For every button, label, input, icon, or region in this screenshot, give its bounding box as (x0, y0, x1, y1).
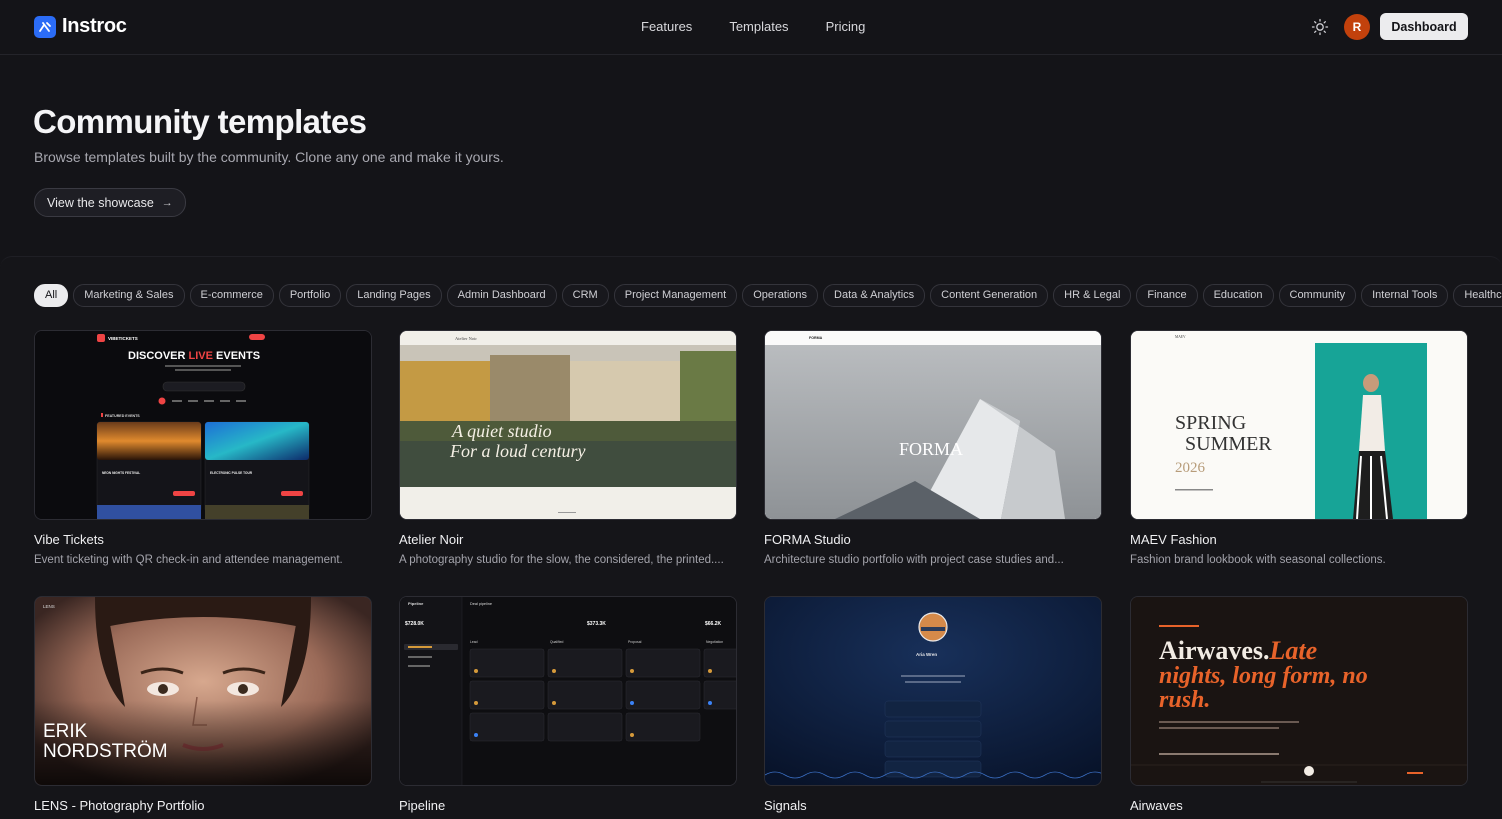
brand-name: Instroc (62, 15, 127, 37)
page-title: Community templates (33, 103, 367, 140)
template-preview: VIBETICKETS DISCOVER LIVE EVENTS FEATURE… (34, 330, 372, 520)
preview-headline-a: DISCOVER (128, 350, 189, 362)
preview-line1: ERIK (43, 721, 88, 742)
preview-person: Aria Wren (916, 652, 937, 657)
template-title: FORMA Studio (764, 532, 851, 547)
preview-board: Deal pipeline (470, 602, 492, 606)
preview-brand: MAEV (1175, 335, 1186, 339)
filter-chip[interactable]: Admin Dashboard (446, 284, 557, 307)
preview-h1: Airwaves. (1159, 636, 1269, 665)
filter-chip[interactable]: HR & Legal (1053, 284, 1132, 307)
template-card-vibe-tickets[interactable]: VIBETICKETS DISCOVER LIVE EVENTS FEATURE… (34, 330, 372, 566)
arrow-right-icon: → (161, 196, 173, 209)
template-title: Signals (764, 798, 807, 813)
preview-line2: SUMMER (1185, 433, 1272, 455)
preview-amount1: $728.0K (405, 621, 424, 627)
filter-chip[interactable]: Operations (742, 284, 819, 307)
svg-text:Airwaves.Late: Airwaves.Late (1159, 636, 1317, 665)
filter-chip[interactable]: E-commerce (189, 284, 274, 307)
preview-headline-b: LIVE (189, 350, 213, 362)
svg-text:DISCOVER LIVE EVENTS: DISCOVER LIVE EVENTS (128, 350, 260, 362)
template-title: MAEV Fashion (1130, 532, 1217, 547)
filter-chip[interactable]: Community (1278, 284, 1357, 307)
preview-col-negotiation: Negotiation (706, 640, 723, 644)
preview-h3: nights, long form, no (1159, 663, 1368, 689)
nav-link-pricing[interactable]: Pricing (826, 19, 866, 34)
nav-link-features[interactable]: Features (641, 19, 692, 34)
top-navbar: Instroc Features Templates Pricing R Das… (0, 0, 1502, 55)
template-preview: LENS ERIK NORDSTRÖM (34, 596, 372, 786)
filter-chip[interactable]: Content Generation (930, 284, 1049, 307)
template-preview: Aria Wren (764, 596, 1102, 786)
preview-col-lead: Lead (470, 640, 478, 644)
preview-brand: Pipeline (408, 601, 424, 606)
category-filter-bar: All Marketing & Sales E-commerce Portfolio L… (34, 284, 1502, 307)
template-title: Atelier Noir (399, 532, 464, 547)
preview-brand: Atelier Noir (455, 336, 477, 341)
preview-h2: Late (1268, 636, 1317, 665)
page-subtitle: Browse templates built by the community.… (34, 149, 504, 165)
filter-chip[interactable]: Landing Pages (346, 284, 442, 307)
filter-chip[interactable]: Finance (1136, 284, 1198, 307)
template-card-atelier-noir[interactable]: Atelier Noir A quiet studio For a loud c… (399, 330, 737, 566)
preview-year: 2026 (1175, 460, 1206, 476)
template-description: Architecture studio portfolio with proje… (764, 554, 1064, 566)
preview-headline-c: EVENTS (213, 350, 260, 362)
preview-amount3: $66.2K (705, 621, 722, 627)
filter-chip[interactable]: Data & Analytics (823, 284, 926, 307)
filter-chip[interactable]: Healthca (1453, 284, 1502, 307)
preview-hero: FORMA (899, 439, 963, 459)
logo-icon (34, 15, 56, 38)
filter-chip[interactable]: Internal Tools (1361, 284, 1449, 307)
template-title: Pipeline (399, 798, 446, 813)
preview-brand: VIBETICKETS (108, 336, 138, 341)
preview-brand: LENS (43, 604, 55, 609)
preview-line2: For a loud century (449, 441, 585, 461)
filter-chip-all[interactable]: All (34, 284, 69, 307)
filter-chip[interactable]: Education (1202, 284, 1274, 307)
template-preview: FORMA FORMA (764, 330, 1102, 520)
preview-col-qualified: Qualified (550, 640, 563, 644)
brand-logo[interactable]: Instroc (34, 15, 127, 38)
filter-chip[interactable]: Portfolio (278, 284, 342, 307)
nav-link-templates[interactable]: Templates (729, 19, 788, 34)
user-avatar[interactable]: R (1344, 14, 1370, 40)
preview-brand: FORMA (809, 336, 823, 340)
preview-event1: NEON NIGHTS FESTIVAL (102, 471, 140, 475)
nav-links: Features Templates Pricing (641, 19, 865, 34)
template-description: Fashion brand lookbook with seasonal col… (1130, 554, 1386, 566)
template-title: LENS - Photography Portfolio (34, 798, 205, 813)
filter-chip[interactable]: Marketing & Sales (73, 284, 185, 307)
template-preview: Atelier Noir A quiet studio For a loud c… (399, 330, 737, 520)
preview-event2: ELECTRONIC PULSE TOUR (210, 471, 253, 475)
preview-col-proposal: Proposal (628, 640, 642, 644)
template-title: Airwaves (1130, 798, 1183, 813)
dashboard-button[interactable]: Dashboard (1380, 13, 1468, 40)
template-card-signals[interactable]: Aria Wren Signals (764, 596, 1102, 813)
preview-line2: NORDSTRÖM (43, 741, 168, 762)
template-card-forma-studio[interactable]: FORMA FORMA FORMA Studio Architecture st… (764, 330, 1102, 566)
filter-chip[interactable]: CRM (561, 284, 609, 307)
preview-amount2: $373.3K (587, 621, 606, 627)
preview-line1: A quiet studio (451, 421, 552, 441)
template-description: A photography studio for the slow, the c… (399, 554, 724, 566)
preview-section: FEATURED EVENTS (105, 414, 140, 418)
preview-h4: rush. (1159, 687, 1210, 713)
filter-chip[interactable]: Project Management (613, 284, 738, 307)
template-description: Event ticketing with QR check-in and att… (34, 554, 343, 566)
theme-toggle-sun-icon[interactable] (1310, 17, 1330, 37)
template-preview: Airwaves.Late nights, long form, no rush… (1130, 596, 1468, 786)
template-card-maev-fashion[interactable]: MAEV SPRING SUMMER 2026 MAEV Fashion Fas… (1130, 330, 1468, 566)
template-card-pipeline[interactable]: Pipeline $728.0K Deal pipeline $373.3K $… (399, 596, 737, 813)
template-title: Vibe Tickets (34, 532, 104, 547)
template-preview: Pipeline $728.0K Deal pipeline $373.3K $… (399, 596, 737, 786)
template-card-lens[interactable]: LENS ERIK NORDSTRÖM LENS - Photography P… (34, 596, 372, 813)
preview-line1: SPRING (1175, 412, 1246, 434)
view-showcase-button[interactable]: View the showcase → (34, 188, 186, 217)
template-card-airwaves[interactable]: Airwaves.Late nights, long form, no rush… (1130, 596, 1468, 813)
showcase-label: View the showcase (47, 195, 154, 210)
template-preview: MAEV SPRING SUMMER 2026 (1130, 330, 1468, 520)
